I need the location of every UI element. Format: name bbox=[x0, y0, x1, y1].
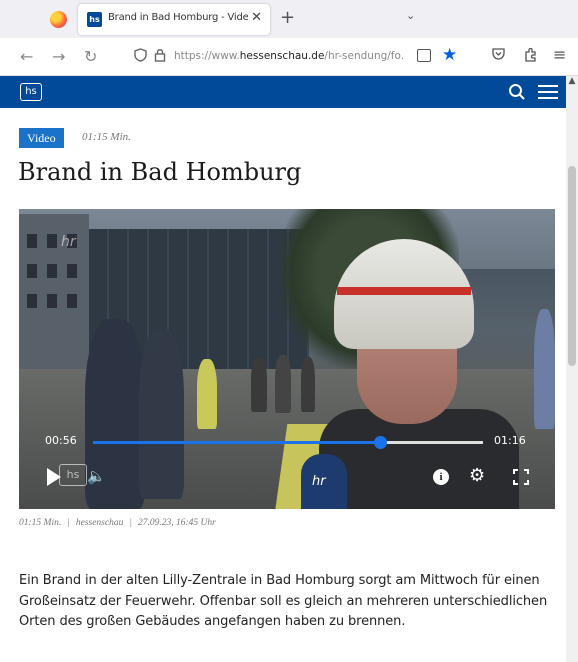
tab-list-icon[interactable]: ⌄ bbox=[406, 9, 415, 22]
video-bystander bbox=[534, 309, 555, 429]
progress-bar[interactable] bbox=[93, 436, 483, 449]
pocket-icon[interactable] bbox=[492, 48, 505, 64]
hessenschau-logo[interactable]: hs bbox=[20, 83, 42, 101]
firefox-icon bbox=[50, 11, 67, 28]
forward-icon[interactable]: → bbox=[52, 47, 65, 66]
article-body: Ein Brand in der alten Lilly-Zentrale in… bbox=[19, 573, 548, 629]
scrollbar[interactable]: ▲ bbox=[566, 76, 578, 662]
scroll-up-icon[interactable]: ▲ bbox=[566, 76, 578, 86]
close-tab-icon[interactable]: ✕ bbox=[251, 10, 262, 25]
video-helmet-stripe bbox=[337, 287, 471, 295]
tab-title: Brand in Bad Homburg - Video bbox=[108, 12, 248, 23]
video-building-left bbox=[19, 214, 89, 374]
navigation-bar: ← → ↻ https://www.hessenschau.de/hr-send… bbox=[0, 38, 578, 76]
new-tab-icon[interactable]: + bbox=[280, 7, 295, 28]
video-bystander bbox=[301, 357, 315, 412]
reload-icon[interactable]: ↻ bbox=[84, 47, 97, 66]
fullscreen-icon[interactable] bbox=[513, 469, 529, 485]
microphone-logo: hr bbox=[312, 474, 326, 489]
video-firefighter-jacket bbox=[319, 409, 519, 509]
bookmark-star-icon[interactable]: ★ bbox=[442, 45, 457, 65]
settings-gear-icon[interactable]: ⚙ bbox=[469, 465, 485, 486]
video-badge: Video bbox=[19, 128, 64, 148]
scroll-thumb[interactable] bbox=[568, 166, 576, 366]
url-text[interactable]: https://www.hessenschau.de/hr-sendung/fo… bbox=[174, 50, 404, 62]
search-icon[interactable] bbox=[508, 79, 526, 106]
meta-date: 27.09.23, 16:45 Uhr bbox=[137, 518, 216, 528]
extensions-icon[interactable] bbox=[524, 47, 538, 66]
video-bystander bbox=[251, 357, 267, 412]
hs-watermark: hs bbox=[59, 464, 87, 486]
video-bystander bbox=[197, 359, 217, 429]
video-police-officer bbox=[139, 329, 184, 499]
back-icon[interactable]: ← bbox=[20, 47, 33, 66]
hamburger-menu-icon[interactable] bbox=[538, 85, 558, 99]
tab-strip: hs Brand in Bad Homburg - Video ✕ + ⌄ bbox=[0, 0, 578, 38]
video-player[interactable]: hr hr 00:56 01:16 hs 🔈 i ⚙ bbox=[19, 209, 555, 509]
video-meta: 01:15 Min. | hessenschau | 27.09.23, 16:45 U… bbox=[19, 518, 216, 528]
progress-fill bbox=[93, 441, 381, 444]
current-time: 00:56 bbox=[45, 434, 77, 447]
browser-tab[interactable]: hs Brand in Bad Homburg - Video ✕ bbox=[78, 4, 270, 35]
info-icon[interactable]: i bbox=[433, 469, 449, 485]
video-duration: 01:15 Min. bbox=[82, 131, 131, 143]
site-header: hs bbox=[0, 76, 566, 108]
hr-watermark: hr bbox=[61, 234, 76, 250]
hs-favicon-icon: hs bbox=[87, 12, 102, 27]
reader-view-icon[interactable] bbox=[417, 49, 431, 62]
volume-icon[interactable]: 🔈 bbox=[87, 467, 106, 485]
lock-icon[interactable] bbox=[154, 48, 166, 66]
page-title: Brand in Bad Homburg bbox=[18, 158, 302, 186]
meta-source: hessenschau bbox=[75, 518, 124, 528]
meta-duration: 01:15 Min. bbox=[19, 518, 62, 528]
total-time: 01:16 bbox=[494, 434, 526, 447]
menu-icon[interactable]: ≡ bbox=[553, 45, 566, 64]
url-bar[interactable]: https://www.hessenschau.de/hr-sendung/fo… bbox=[130, 44, 470, 70]
shield-icon[interactable] bbox=[134, 48, 147, 66]
video-bystander bbox=[275, 355, 291, 413]
